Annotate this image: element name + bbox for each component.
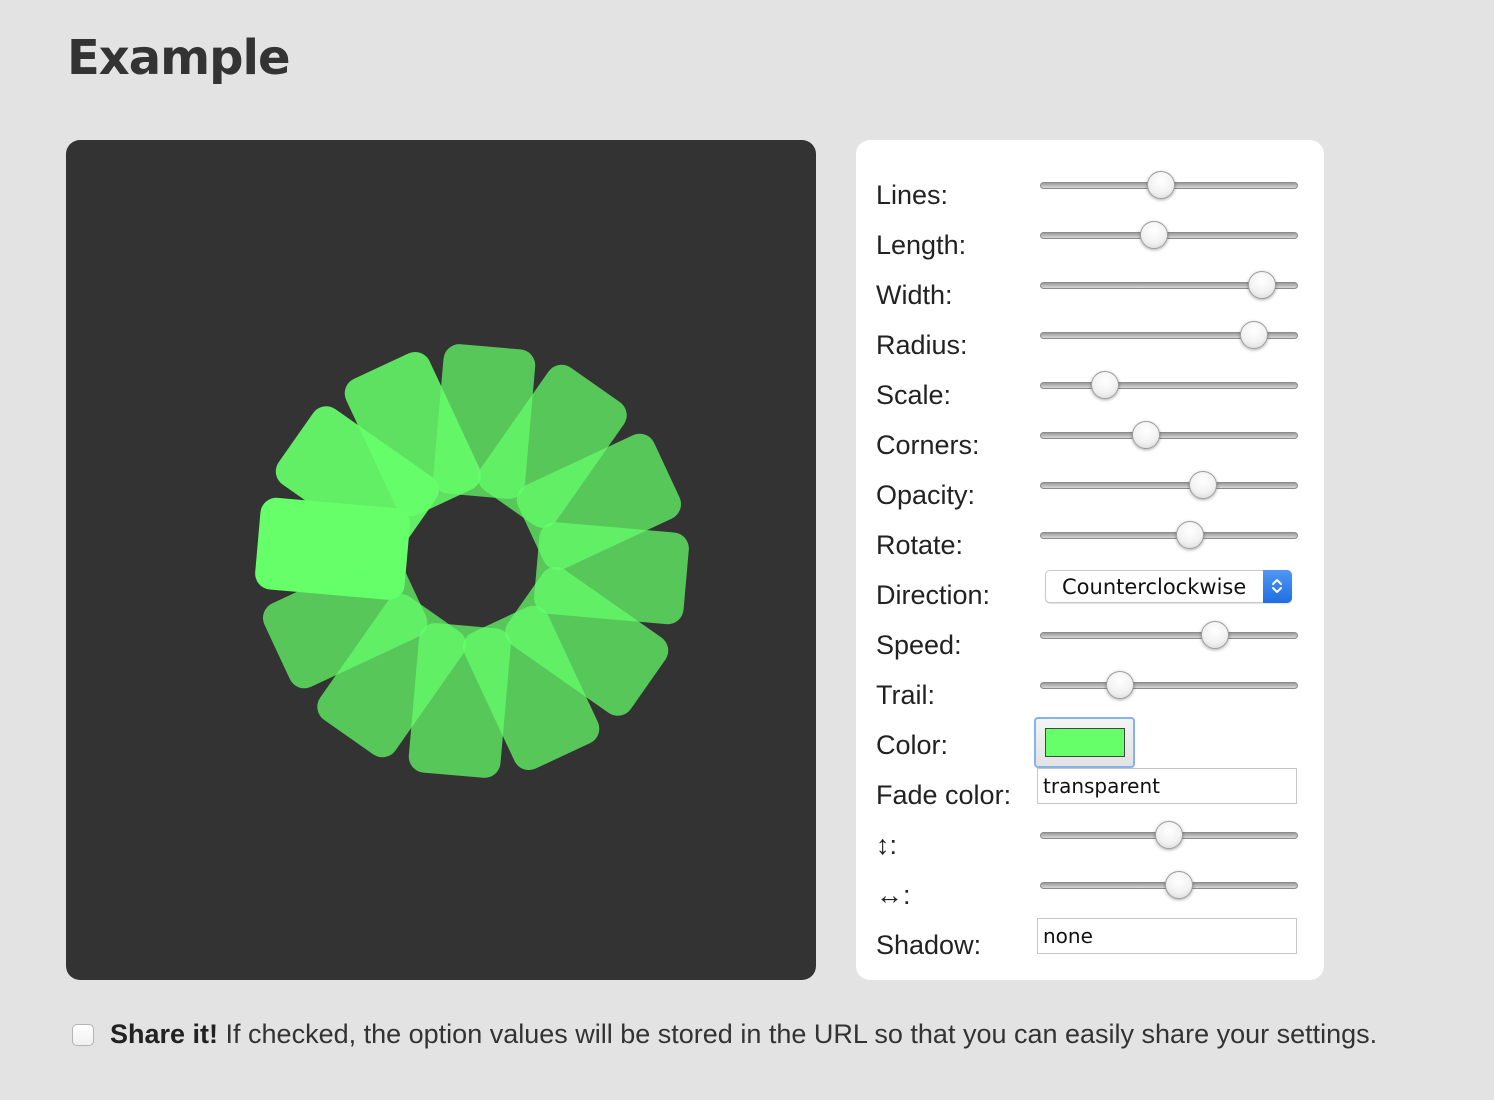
slider-thumb[interactable] — [1139, 221, 1168, 249]
color-picker[interactable] — [1034, 717, 1135, 768]
slider-track — [1040, 382, 1298, 389]
speed-slider[interactable] — [1040, 618, 1298, 658]
length-slider[interactable] — [1040, 218, 1298, 258]
slider-thumb[interactable] — [1165, 871, 1194, 899]
opacity-slider[interactable] — [1040, 468, 1298, 508]
scale-slider[interactable] — [1040, 368, 1298, 408]
slider-track — [1040, 232, 1298, 239]
spinner-graphic — [255, 344, 689, 778]
speed-row: Speed: — [876, 618, 1306, 668]
slider-thumb[interactable] — [1131, 421, 1160, 449]
trail-slider[interactable] — [1040, 668, 1298, 708]
direction-select-value: Counterclockwise — [1062, 575, 1247, 599]
slider-thumb[interactable] — [1155, 821, 1183, 849]
top-row: ↕: — [876, 818, 1306, 868]
color-swatch — [1045, 728, 1125, 757]
slider-track — [1040, 632, 1298, 639]
fade-color-row: Fade color: transparent — [876, 768, 1306, 818]
options-panel: Lines: Length: Width: Radius: Scale: Cor… — [856, 140, 1324, 980]
direction-select[interactable]: Counterclockwise — [1045, 570, 1292, 603]
page-title: Example — [67, 30, 291, 86]
radius-row: Radius: — [876, 318, 1306, 368]
slider-track — [1040, 482, 1298, 489]
shadow-label: Shadow: — [876, 930, 982, 960]
speed-label: Speed: — [876, 630, 962, 660]
scale-label: Scale: — [876, 380, 952, 410]
opacity-row: Opacity: — [876, 468, 1306, 518]
shadow-input[interactable]: none — [1037, 918, 1297, 954]
share-option: Share it! If checked, the option values … — [72, 1016, 1472, 1056]
shadow-row: Shadow: none — [876, 918, 1306, 968]
trail-row: Trail: — [876, 668, 1306, 718]
width-label: Width: — [876, 280, 953, 310]
share-description: Share it! If checked, the option values … — [110, 1019, 1377, 1050]
slider-track — [1040, 532, 1298, 539]
color-label: Color: — [876, 730, 949, 760]
top-label: ↕: — [876, 830, 898, 860]
share-text: If checked, the option values will be st… — [218, 1019, 1378, 1049]
slider-thumb[interactable] — [1105, 671, 1134, 699]
left-row: ↔: — [876, 868, 1306, 918]
corners-slider[interactable] — [1040, 418, 1298, 458]
length-row: Length: — [876, 218, 1306, 268]
rotate-row: Rotate: — [876, 518, 1306, 568]
lines-label: Lines: — [876, 180, 949, 210]
slider-track — [1040, 432, 1298, 439]
slider-thumb[interactable] — [1175, 521, 1204, 549]
radius-label: Radius: — [876, 330, 968, 360]
rotate-slider[interactable] — [1040, 518, 1298, 558]
top-slider[interactable] — [1040, 818, 1298, 858]
slider-thumb[interactable] — [1247, 271, 1276, 299]
spinner-preview — [66, 140, 816, 980]
length-label: Length: — [876, 230, 967, 260]
left-slider[interactable] — [1040, 868, 1298, 908]
select-arrows-icon — [1263, 570, 1292, 603]
width-slider[interactable] — [1040, 268, 1298, 308]
slider-thumb[interactable] — [1188, 471, 1217, 499]
slider-thumb[interactable] — [1240, 321, 1269, 349]
fade-color-input[interactable]: transparent — [1037, 768, 1297, 804]
share-checkbox[interactable] — [72, 1024, 94, 1046]
lines-slider[interactable] — [1040, 168, 1298, 208]
corners-label: Corners: — [876, 430, 980, 460]
trail-label: Trail: — [876, 680, 935, 710]
width-row: Width: — [876, 268, 1306, 318]
lines-row: Lines: — [876, 168, 1306, 218]
left-label: ↔: — [876, 880, 911, 910]
opacity-label: Opacity: — [876, 480, 976, 510]
radius-slider[interactable] — [1040, 318, 1298, 358]
scale-row: Scale: — [876, 368, 1306, 418]
direction-label: Direction: — [876, 580, 991, 610]
slider-track — [1040, 682, 1298, 689]
slider-thumb[interactable] — [1201, 621, 1230, 649]
corners-row: Corners: — [876, 418, 1306, 468]
rotate-label: Rotate: — [876, 530, 964, 560]
share-title: Share it! — [110, 1019, 219, 1049]
color-row: Color: — [876, 717, 1306, 768]
slider-thumb[interactable] — [1147, 171, 1176, 199]
direction-row: Direction: Counterclockwise — [876, 568, 1306, 618]
slider-thumb[interactable] — [1090, 371, 1119, 399]
fade-color-label: Fade color: — [876, 780, 1012, 810]
